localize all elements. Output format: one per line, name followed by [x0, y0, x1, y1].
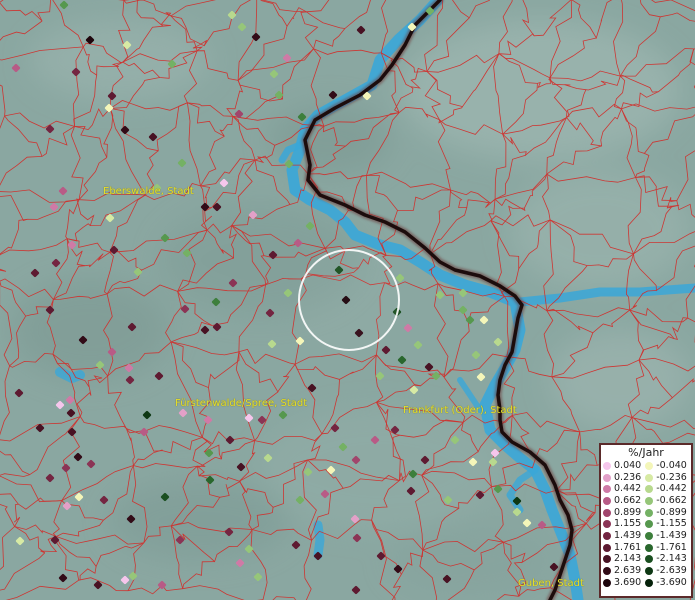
- legend-swatch: [603, 520, 611, 529]
- legend-value: 2.143: [614, 553, 642, 565]
- legend-swatch: [645, 496, 654, 505]
- legend-value: -0.040: [656, 459, 687, 471]
- legend-item: -0.040: [645, 460, 687, 472]
- legend-item: -0.899: [645, 507, 687, 519]
- legend-swatch: [645, 473, 654, 482]
- legend-value: -3.690: [656, 576, 687, 588]
- legend-value: 3.690: [614, 576, 642, 588]
- selection-circle[interactable]: [298, 249, 400, 351]
- legend-item: 0.899: [603, 507, 641, 519]
- legend-swatch: [645, 485, 654, 494]
- legend-value: -0.899: [656, 506, 687, 518]
- legend-item: 1.155: [603, 518, 641, 530]
- legend-swatch: [645, 555, 654, 564]
- legend-item: -1.761: [645, 542, 687, 554]
- city-label-frankfurt-oder: Frankfurt (Oder), Stadt: [403, 405, 517, 416]
- legend-value: 2.639: [614, 565, 642, 577]
- legend-swatch: [603, 567, 611, 576]
- legend-swatch: [645, 567, 654, 576]
- legend-swatch: [603, 578, 611, 587]
- legend-value: -0.236: [656, 471, 687, 483]
- legend-item: -2.143: [645, 554, 687, 566]
- legend-value: 1.439: [614, 529, 642, 541]
- legend-title: %/Jahr: [628, 446, 664, 459]
- legend-value: -0.442: [656, 483, 687, 495]
- legend-item: 2.639: [603, 565, 641, 577]
- legend-swatch: [645, 543, 654, 552]
- legend-value: 0.442: [614, 483, 642, 495]
- legend-item: -1.439: [645, 530, 687, 542]
- legend-item: -1.155: [645, 518, 687, 530]
- legend-swatch: [645, 531, 654, 540]
- legend-value: -1.439: [656, 529, 687, 541]
- legend-value: -2.639: [656, 565, 687, 577]
- legend-value: 0.899: [614, 506, 642, 518]
- legend-value: -0.662: [656, 494, 687, 506]
- legend-item: 1.761: [603, 542, 641, 554]
- legend-swatch: [645, 508, 654, 517]
- legend-item: -0.662: [645, 495, 687, 507]
- legend-item: -3.690: [645, 577, 687, 589]
- map-view[interactable]: Eberswalde, Stadt Fürstenwalde/Spree, St…: [0, 0, 695, 600]
- lake-2: [313, 520, 325, 560]
- legend-item: 0.442: [603, 483, 641, 495]
- legend-value: 0.040: [614, 459, 642, 471]
- legend-item: -0.236: [645, 472, 687, 484]
- legend-swatch: [603, 496, 611, 505]
- city-label-guben: Guben, Stadt: [518, 578, 584, 589]
- legend-swatch: [603, 543, 611, 552]
- legend-value: -1.761: [656, 541, 687, 553]
- legend-item: 1.439: [603, 530, 641, 542]
- legend-item: 3.690: [603, 577, 641, 589]
- legend-swatch: [645, 520, 654, 529]
- legend-swatch: [603, 461, 611, 470]
- legend-item: 0.662: [603, 495, 641, 507]
- legend: %/Jahr 0.040 0.236 0.442 0.662 0.899 1.155 1.4…: [599, 443, 693, 598]
- legend-positive-column: 0.040 0.236 0.442 0.662 0.899 1.155 1.439 1.761…: [603, 460, 641, 589]
- legend-swatch: [645, 461, 654, 470]
- legend-swatch: [603, 485, 611, 494]
- legend-swatch: [603, 531, 611, 540]
- legend-negative-column: -0.040 -0.236 -0.442 -0.662 -0.899 -1.155 -1.4…: [645, 460, 687, 589]
- city-label-fuerstenwalde: Fürstenwalde/Spree, Stadt: [175, 398, 308, 409]
- legend-item: -0.442: [645, 483, 687, 495]
- legend-value: -1.155: [656, 518, 687, 530]
- legend-value: 1.155: [614, 518, 642, 530]
- legend-item: 2.143: [603, 554, 641, 566]
- legend-swatch: [603, 508, 611, 517]
- legend-swatch: [603, 473, 611, 482]
- city-label-eberswalde: Eberswalde, Stadt: [103, 186, 194, 197]
- legend-value: 0.236: [614, 471, 642, 483]
- map-canvas[interactable]: [0, 0, 695, 600]
- legend-item: 0.236: [603, 472, 641, 484]
- legend-swatch: [645, 578, 654, 587]
- legend-value: -2.143: [656, 553, 687, 565]
- legend-item: 0.040: [603, 460, 641, 472]
- legend-value: 0.662: [614, 494, 642, 506]
- legend-item: -2.639: [645, 565, 687, 577]
- legend-swatch: [603, 555, 611, 564]
- legend-value: 1.761: [614, 541, 642, 553]
